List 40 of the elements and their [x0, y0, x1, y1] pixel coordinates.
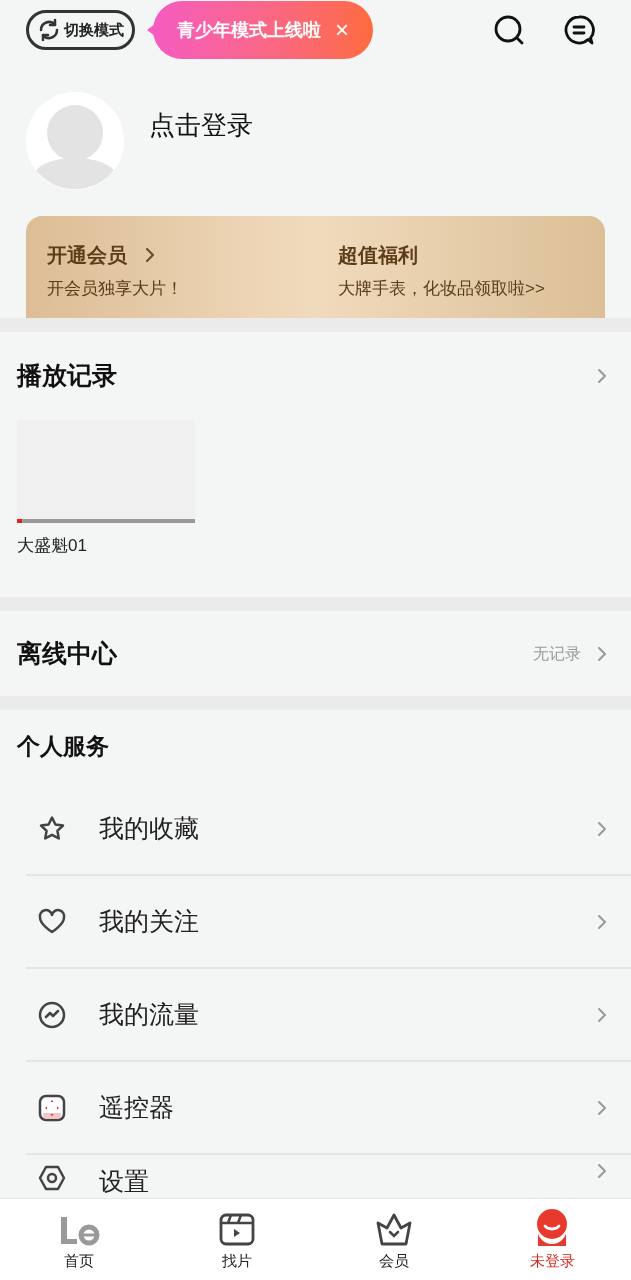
chevron-right-icon	[597, 1006, 607, 1023]
vip-subtitle: 开会员独享大片！	[47, 278, 184, 300]
clapperboard-icon	[218, 1211, 255, 1246]
tab[interactable]: 未登录	[473, 1199, 631, 1280]
crown-icon	[375, 1211, 414, 1246]
list-item[interactable]: 我的关注	[26, 876, 631, 969]
status-text: 无记录	[533, 643, 581, 664]
refresh-icon	[37, 18, 61, 42]
section-title: 个人服务	[16, 732, 110, 762]
settings-icon	[37, 1163, 67, 1193]
section-title: 播放记录	[17, 360, 117, 392]
list-item[interactable]: 我的流量	[26, 969, 631, 1062]
chevron-right-icon	[597, 820, 607, 837]
chevron-right-icon	[597, 368, 607, 384]
line-chart-icon	[37, 999, 67, 1030]
vip-title: 开通会员	[47, 243, 127, 268]
vip-banner[interactable]: 开通会员 开会员独享大片！ 超值福利 大牌手表，化妆品领取啦>>	[26, 216, 605, 318]
message-icon[interactable]	[563, 14, 595, 46]
tab[interactable]: 找片	[157, 1199, 316, 1280]
list-item[interactable]: 遥控器	[26, 1062, 631, 1155]
video-thumbnail[interactable]	[17, 420, 195, 519]
vip-subtitle: 大牌手表，化妆品领取啦>>	[338, 278, 546, 300]
chevron-right-icon	[597, 1163, 607, 1179]
list-item[interactable]: 我的收藏	[26, 783, 631, 876]
remote-control-icon	[37, 1092, 67, 1123]
chevron-right-icon	[597, 913, 607, 930]
chevron-right-icon	[145, 247, 155, 263]
toast-pointer	[147, 24, 155, 36]
chevron-right-icon	[597, 1099, 607, 1116]
section-title: 离线中心	[17, 637, 117, 669]
toast-text: 青少年模式上线啦	[177, 18, 321, 42]
search-icon[interactable]	[493, 14, 525, 46]
chevron-right-icon	[597, 645, 607, 662]
list-item[interactable]: 设置	[26, 1155, 631, 1198]
tab[interactable]: 首页	[0, 1199, 158, 1280]
tab[interactable]: 会员	[315, 1199, 474, 1280]
mode-switch-button[interactable]: 切换模式	[26, 10, 135, 50]
vip-title: 超值福利	[338, 243, 418, 268]
video-title: 大盛魁01	[17, 535, 88, 557]
login-link[interactable]: 点击登录	[149, 106, 253, 145]
